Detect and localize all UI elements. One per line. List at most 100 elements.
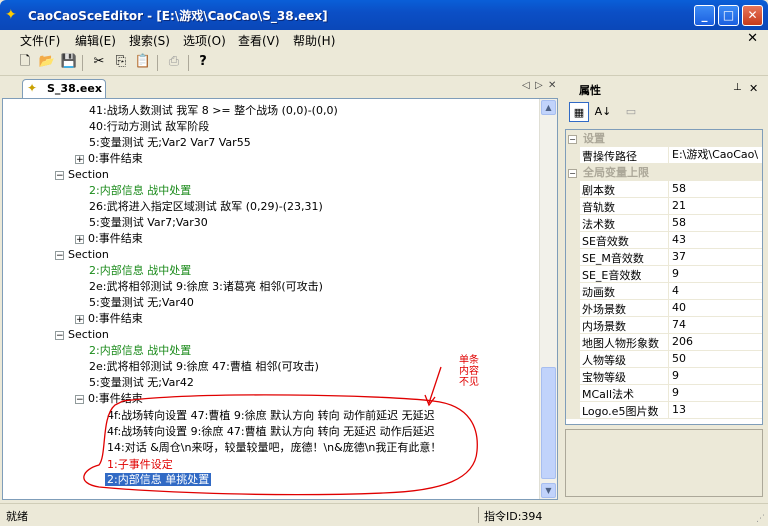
property-row[interactable]: SE_M音效数 37: [566, 249, 762, 266]
annotation-line: 内容: [459, 366, 479, 377]
properties-title: 属性: [579, 84, 601, 97]
minimize-button[interactable]: _: [694, 5, 715, 26]
property-name: SE_E音效数: [582, 269, 642, 282]
property-row[interactable]: 人物等级 50: [566, 351, 762, 368]
open-folder-icon[interactable]: 📂: [38, 53, 56, 71]
property-value[interactable]: 4: [668, 283, 762, 299]
menu-search[interactable]: 搜索(S): [129, 32, 170, 49]
scroll-down-icon[interactable]: ▼: [541, 483, 556, 498]
property-row[interactable]: 音轨数 21: [566, 198, 762, 215]
command-id-indicator: 指令ID:394: [484, 510, 543, 523]
tab-scroll-left-icon[interactable]: ◁: [522, 80, 530, 91]
tab-scroll-right-icon[interactable]: ▷: [535, 80, 543, 91]
toolbar-separator: [188, 55, 189, 71]
menu-options[interactable]: 选项(O): [183, 32, 226, 49]
property-value[interactable]: 58: [668, 181, 762, 197]
help-icon[interactable]: ?: [194, 53, 212, 71]
annotation-line: 不见: [459, 377, 479, 388]
status-bar: 就绪 指令ID:394 ⋰: [0, 503, 768, 526]
property-name: 法术数: [582, 218, 615, 231]
property-value[interactable]: 37: [668, 249, 762, 265]
toolbar: 🗋 📂 💾 ✂ ⎘ 📋 ⎙ ?: [0, 51, 768, 76]
category-label: 全局变量上限: [583, 166, 649, 179]
property-value[interactable]: 74: [668, 317, 762, 333]
pane-close-icon[interactable]: ✕: [749, 82, 758, 95]
annotation-line: 单条: [459, 355, 479, 366]
properties-pane: 属性 ⊥ ✕ ▦ A↓ ▭ − 设置 曹操传路径 E:\游戏\CaoCao\ − 全局…: [563, 77, 766, 500]
scrollbar-thumb[interactable]: [541, 367, 556, 479]
property-row[interactable]: 动画数 4: [566, 283, 762, 300]
property-row[interactable]: 剧本数 58: [566, 181, 762, 198]
property-grid[interactable]: − 设置 曹操传路径 E:\游戏\CaoCao\ − 全局变量上限 剧本数 58 音轨数…: [565, 129, 763, 425]
property-value[interactable]: 9: [668, 368, 762, 384]
title-bar: ✦ CaoCaoSceEditor - [E:\游戏\CaoCao\S_38.e…: [0, 0, 768, 30]
property-value[interactable]: 9: [668, 266, 762, 282]
collapse-icon[interactable]: −: [568, 134, 577, 144]
property-category[interactable]: − 设置: [566, 130, 762, 147]
tab-document[interactable]: ✦ S_38.eex: [22, 79, 106, 98]
property-name: 人物等级: [582, 354, 626, 367]
status-text: 就绪: [6, 510, 28, 523]
maximize-button[interactable]: □: [718, 5, 739, 26]
property-row[interactable]: 曹操传路径 E:\游戏\CaoCao\: [566, 147, 762, 164]
property-value[interactable]: 9: [668, 385, 762, 401]
menu-file[interactable]: 文件(F): [20, 32, 60, 49]
toolbar-separator: [82, 55, 83, 71]
property-row[interactable]: SE_E音效数 9: [566, 266, 762, 283]
property-row[interactable]: 地图人物形象数 206: [566, 334, 762, 351]
window-title: CaoCaoSceEditor - [E:\游戏\CaoCao\S_38.eex…: [28, 9, 328, 23]
property-name: 剧本数: [582, 184, 615, 197]
menu-view[interactable]: 查看(V): [238, 32, 280, 49]
property-row[interactable]: 法术数 58: [566, 215, 762, 232]
property-row[interactable]: MCall法术 9: [566, 385, 762, 402]
property-value[interactable]: 13: [668, 402, 762, 418]
categorized-view-icon[interactable]: ▦: [569, 102, 589, 122]
copy-icon[interactable]: ⎘: [112, 53, 130, 71]
property-value[interactable]: 43: [668, 232, 762, 248]
menu-help[interactable]: 帮助(H): [293, 32, 335, 49]
collapse-icon[interactable]: −: [568, 168, 577, 178]
property-category[interactable]: − 全局变量上限: [566, 164, 762, 181]
tree-scrollbar[interactable]: ▲ ▼: [539, 99, 557, 499]
property-name: 外场景数: [582, 303, 626, 316]
menu-edit[interactable]: 编辑(E): [75, 32, 116, 49]
close-button[interactable]: ✕: [742, 5, 763, 26]
annotation-outline: [83, 394, 478, 496]
resize-grip-icon[interactable]: ⋰: [756, 514, 765, 524]
property-value[interactable]: 40: [668, 300, 762, 316]
property-name: SE音效数: [582, 235, 629, 248]
category-label: 设置: [583, 132, 605, 145]
property-value[interactable]: 21: [668, 198, 762, 214]
property-name: Logo.e5图片数: [582, 405, 659, 418]
property-row[interactable]: 外场景数 40: [566, 300, 762, 317]
property-name: 地图人物形象数: [582, 337, 659, 350]
app-icon: ✦: [5, 7, 17, 23]
tab-close-icon[interactable]: ✕: [548, 80, 556, 91]
save-icon[interactable]: 💾: [60, 53, 78, 71]
property-name: 曹操传路径: [582, 150, 637, 163]
property-name: 动画数: [582, 286, 615, 299]
property-value[interactable]: 50: [668, 351, 762, 367]
property-row[interactable]: 内场景数 74: [566, 317, 762, 334]
property-pages-icon[interactable]: ▭: [621, 102, 641, 122]
red-annotation-drawing: [83, 366, 478, 496]
print-icon[interactable]: ⎙: [165, 53, 183, 71]
event-tree[interactable]: 41:战场人数测试 我军 8 >= 整个战场 (0,0)-(0,0) 40:行动…: [2, 98, 558, 500]
alphabetical-sort-icon[interactable]: A↓: [593, 102, 613, 122]
pin-icon[interactable]: ⊥: [733, 82, 742, 93]
property-name: SE_M音效数: [582, 252, 644, 265]
property-name: MCall法术: [582, 388, 635, 401]
property-row[interactable]: 宝物等级 9: [566, 368, 762, 385]
cut-icon[interactable]: ✂: [90, 53, 108, 71]
paste-icon[interactable]: 📋: [134, 53, 152, 71]
property-value[interactable]: E:\游戏\CaoCao\: [668, 147, 762, 163]
property-row[interactable]: Logo.e5图片数 13: [566, 402, 762, 419]
property-name: 宝物等级: [582, 371, 626, 384]
scroll-up-icon[interactable]: ▲: [541, 100, 556, 115]
new-file-icon[interactable]: 🗋: [16, 53, 34, 71]
document-close-icon[interactable]: ✕: [747, 31, 758, 46]
property-row[interactable]: SE音效数 43: [566, 232, 762, 249]
property-value[interactable]: 58: [668, 215, 762, 231]
document-icon: ✦: [27, 81, 38, 95]
property-value[interactable]: 206: [668, 334, 762, 350]
